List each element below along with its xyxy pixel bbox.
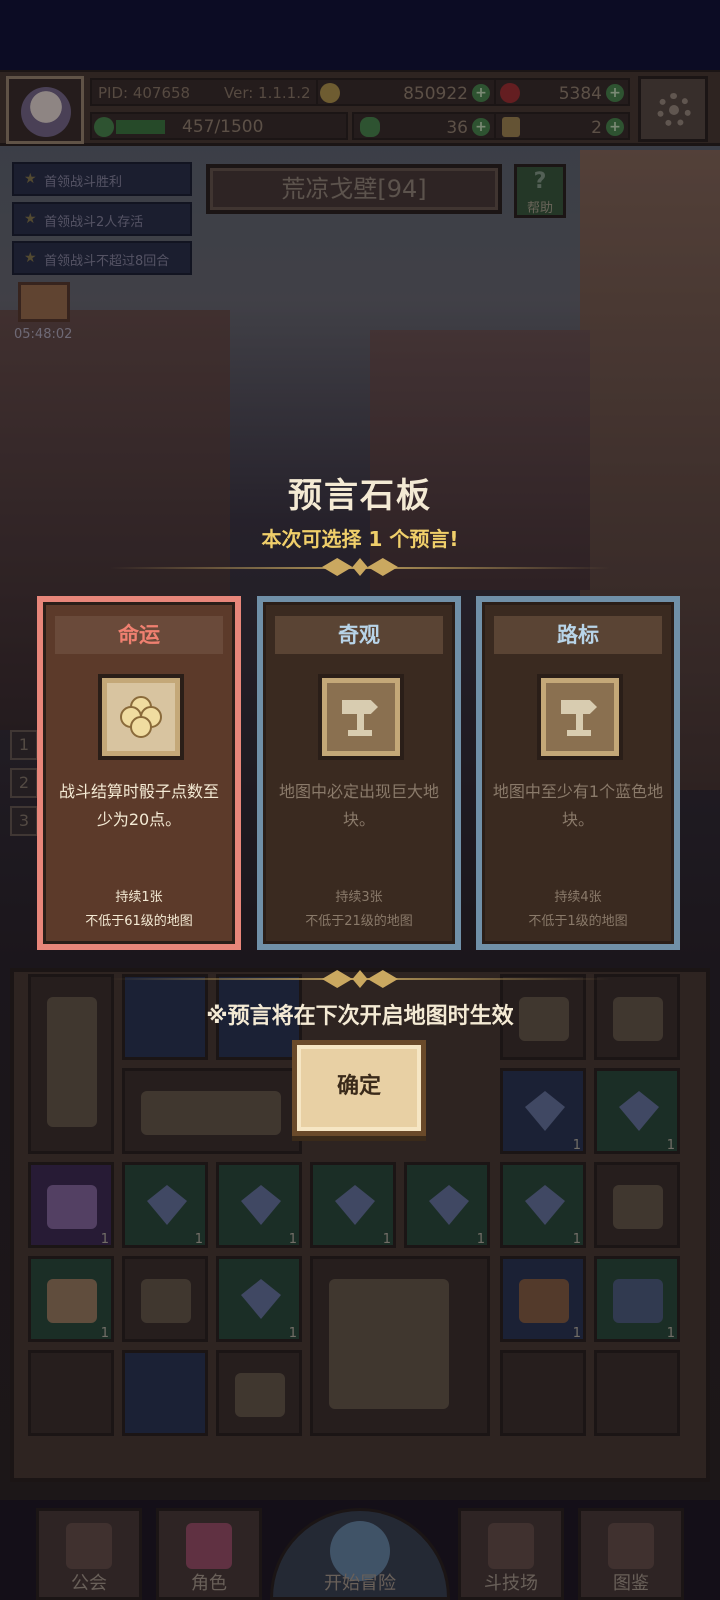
prophecy-notice: ※预言将在下次开启地图时生效 <box>206 1004 514 1029</box>
prophecy-card-signpost[interactable]: 路标 地图中至少有1个蓝色地块。 持续4张 不低于1级的地图 <box>476 596 680 950</box>
card-title: 命运 <box>55 616 223 654</box>
card-level-req: 不低于1级的地图 <box>528 914 628 929</box>
card-title: 路标 <box>494 616 662 654</box>
ornament-icon <box>322 970 398 988</box>
card-description: 战斗结算时骰子点数至少为20点。 <box>58 782 219 829</box>
signpost-icon <box>340 696 382 738</box>
card-icon-frame <box>537 674 623 760</box>
prophecy-card-wonder[interactable]: 奇观 地图中必定出现巨大地块。 持续3张 不低于21级的地图 <box>257 596 461 950</box>
modal-title: 预言石板 <box>288 476 432 516</box>
card-duration: 持续1张 <box>115 890 163 905</box>
card-description: 地图中必定出现巨大地块。 <box>278 782 439 829</box>
clover-icon <box>120 696 162 738</box>
card-level-req: 不低于61级的地图 <box>85 914 193 929</box>
card-description: 地图中至少有1个蓝色地块。 <box>492 782 664 829</box>
card-icon-frame <box>318 674 404 760</box>
modal-subtitle: 本次可选择 1 个预言! <box>261 527 459 551</box>
status-bar <box>0 0 720 70</box>
card-icon-frame <box>98 674 184 760</box>
card-title: 奇观 <box>275 616 443 654</box>
card-duration: 持续3张 <box>335 890 383 905</box>
card-duration: 持续4张 <box>554 890 602 905</box>
ornament-icon <box>322 558 398 576</box>
card-level-req: 不低于21级的地图 <box>305 914 413 929</box>
prophecy-card-fate[interactable]: 命运 战斗结算时骰子点数至少为20点。 持续1张 不低于61级的地图 <box>37 596 241 950</box>
confirm-button[interactable]: 确定 <box>292 1040 426 1136</box>
signpost-icon <box>559 696 601 738</box>
